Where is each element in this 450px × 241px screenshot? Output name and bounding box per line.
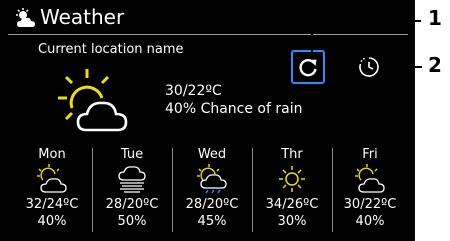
widget-title: Weather <box>40 5 125 29</box>
callout-1-leader <box>311 20 421 22</box>
day-temperature: 28/20ºC <box>105 197 159 212</box>
weather-widget: Weather Current location name 30/22ºC 40… <box>0 0 415 241</box>
current-rain-chance: 40% Chance of rain <box>165 101 303 117</box>
sun-cloud-icon <box>355 164 385 193</box>
clock-history-icon[interactable] <box>358 56 380 78</box>
day-name: Mon <box>38 147 66 162</box>
sun-icon <box>279 166 305 192</box>
day-rain-chance: 50% <box>117 214 147 229</box>
forecast-day: Thr 34/26ºC 30% <box>256 144 328 236</box>
callout-1: 1 <box>428 6 442 30</box>
day-temperature: 30/22ºC <box>343 197 397 212</box>
day-name: Wed <box>197 147 227 162</box>
location-name: Current location name <box>38 42 184 57</box>
day-name: Tue <box>120 147 144 162</box>
current-weather-icon <box>58 69 128 132</box>
divider <box>172 148 173 232</box>
forecast-day: Mon 32/24ºC 40% <box>16 144 88 236</box>
day-name: Thr <box>281 147 303 162</box>
day-rain-chance: 45% <box>197 214 227 229</box>
forecast-day: Tue 28/20ºC 50% <box>96 144 168 236</box>
callout-2-leader <box>380 66 422 68</box>
callout-1-leader-vertical <box>311 20 313 52</box>
refresh-button[interactable] <box>291 50 325 84</box>
day-temperature: 32/24ºC <box>25 197 79 212</box>
day-temperature: 34/26ºC <box>265 197 319 212</box>
divider <box>252 148 253 232</box>
callout-2: 2 <box>428 53 442 77</box>
current-temperature: 30/22ºC <box>165 83 222 99</box>
sun-rain-icon <box>197 164 227 194</box>
day-rain-chance: 40% <box>37 214 67 229</box>
forecast-row: Mon 32/24ºC 40% Tue 28/20ºC 50% Wed 28/2… <box>16 144 406 236</box>
refresh-icon <box>299 58 317 77</box>
day-rain-chance: 40% <box>355 214 385 229</box>
divider <box>332 148 333 232</box>
day-temperature: 28/20ºC <box>185 197 239 212</box>
divider <box>92 148 93 232</box>
forecast-day: Fri 30/22ºC 40% <box>334 144 406 236</box>
sun-cloud-icon <box>16 8 35 27</box>
day-name: Fri <box>362 147 378 162</box>
day-rain-chance: 30% <box>277 214 307 229</box>
forecast-day: Wed 28/20ºC 45% <box>176 144 248 236</box>
sun-cloud-icon <box>37 164 67 193</box>
fog-icon <box>118 166 146 193</box>
